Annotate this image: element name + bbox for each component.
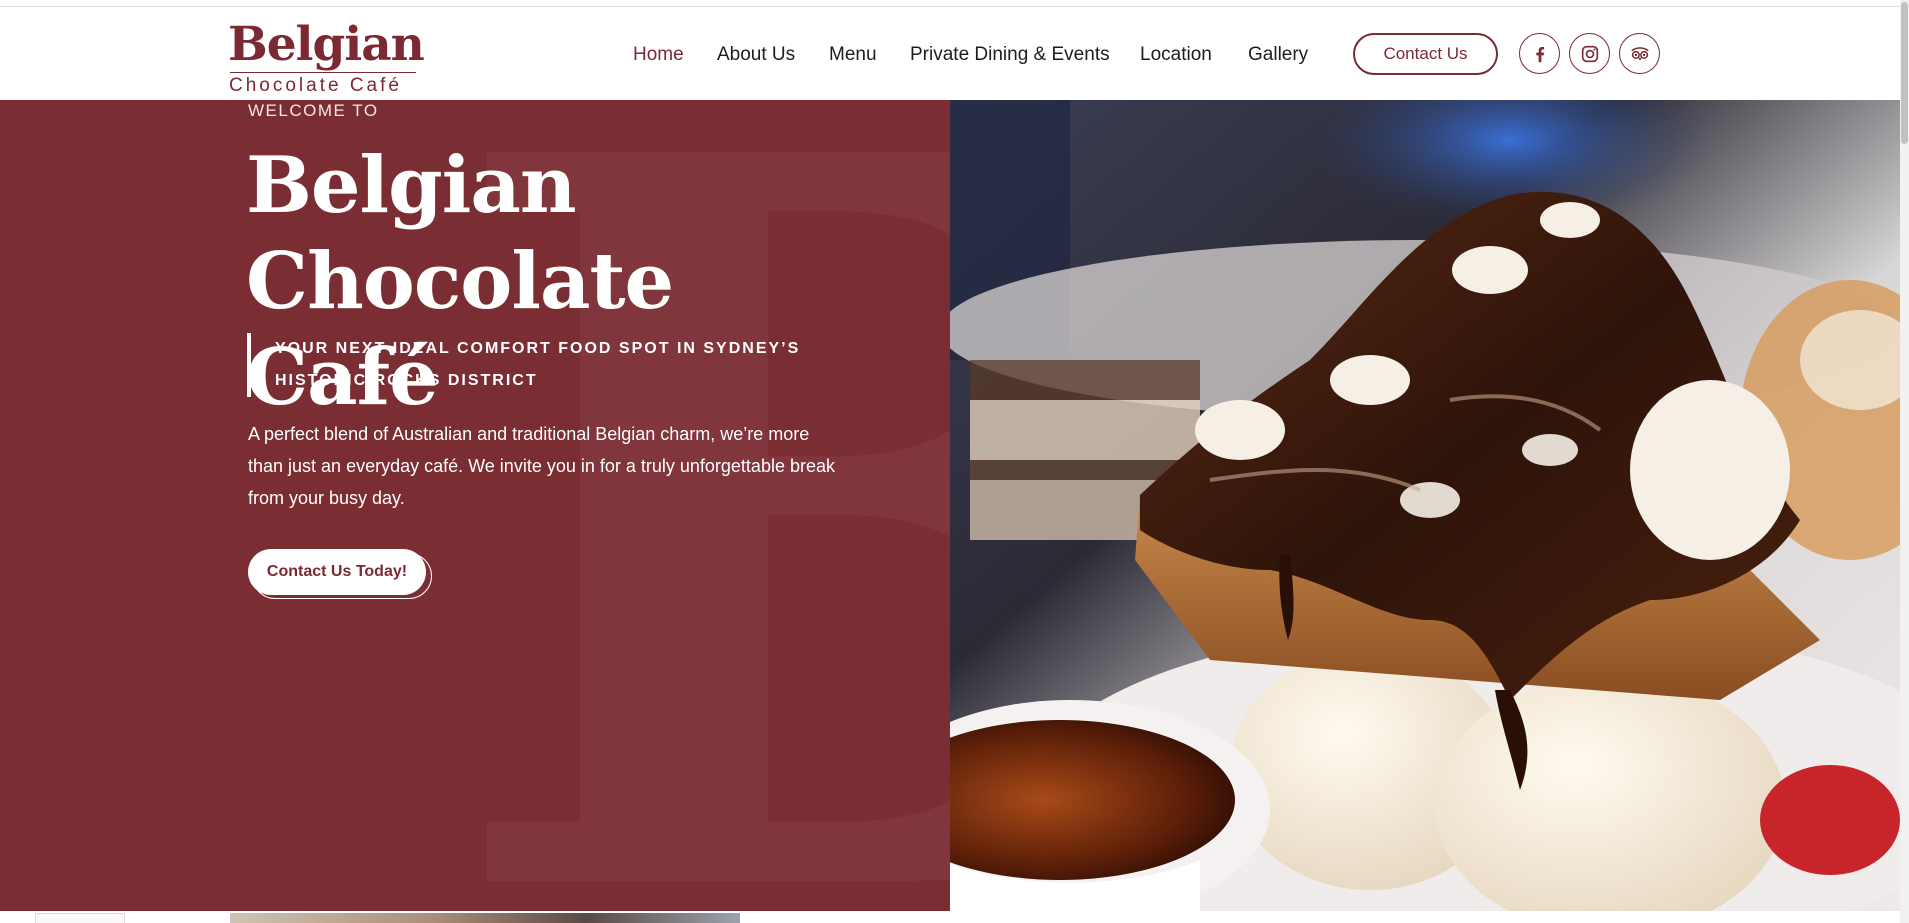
instagram-icon[interactable] <box>1569 33 1610 74</box>
contact-us-today-button[interactable]: Contact Us Today! <box>248 549 426 595</box>
nav-item-gallery[interactable]: Gallery <box>1248 41 1308 69</box>
nav-item-about-us[interactable]: About Us <box>717 41 795 69</box>
facebook-icon[interactable] <box>1519 33 1560 74</box>
logo-subtitle: Chocolate Café <box>229 75 402 96</box>
logo-divider <box>230 72 416 73</box>
hero-tagline-line-2: HISTORIC ROCKS DISTRICT <box>275 372 538 389</box>
hero-description: A perfect blend of Australian and tradit… <box>248 424 835 508</box>
scrollbar-thumb[interactable] <box>1901 2 1908 144</box>
hero-image <box>950 100 1900 911</box>
hero-tagline: YOUR NEXT IDEAL COMFORT FOOD SPOT IN SYD… <box>247 333 847 397</box>
cta-group: Contact Us Today! <box>248 549 433 601</box>
nav-item-location[interactable]: Location <box>1140 41 1212 69</box>
nav-item-private-dining[interactable]: Private Dining & Events <box>910 41 1110 69</box>
hero-title-line-1: Belgian <box>246 140 577 231</box>
browser-top-border <box>0 0 1909 7</box>
nav-item-menu[interactable]: Menu <box>829 41 877 69</box>
tripadvisor-icon[interactable] <box>1619 33 1660 74</box>
main-nav: Home About Us Menu Private Dining & Even… <box>0 41 1400 69</box>
hero-intro-panel: B WELCOME TO Belgian Chocolate Café YOUR… <box>0 100 950 911</box>
site-header: Belgian Chocolate Café Home About Us Men… <box>0 7 1900 100</box>
preview-image <box>230 913 740 923</box>
contact-us-button[interactable]: Contact Us <box>1353 33 1498 75</box>
next-section-preview <box>0 911 1900 923</box>
hero-welcome-label: WELCOME TO <box>248 101 379 120</box>
hero-tagline-line-1: YOUR NEXT IDEAL COMFORT FOOD SPOT IN SYD… <box>275 340 801 357</box>
nav-item-home[interactable]: Home <box>633 41 684 69</box>
dessert-photo <box>950 100 1900 911</box>
preview-card <box>35 913 125 923</box>
page-scrollbar[interactable] <box>1900 0 1909 923</box>
